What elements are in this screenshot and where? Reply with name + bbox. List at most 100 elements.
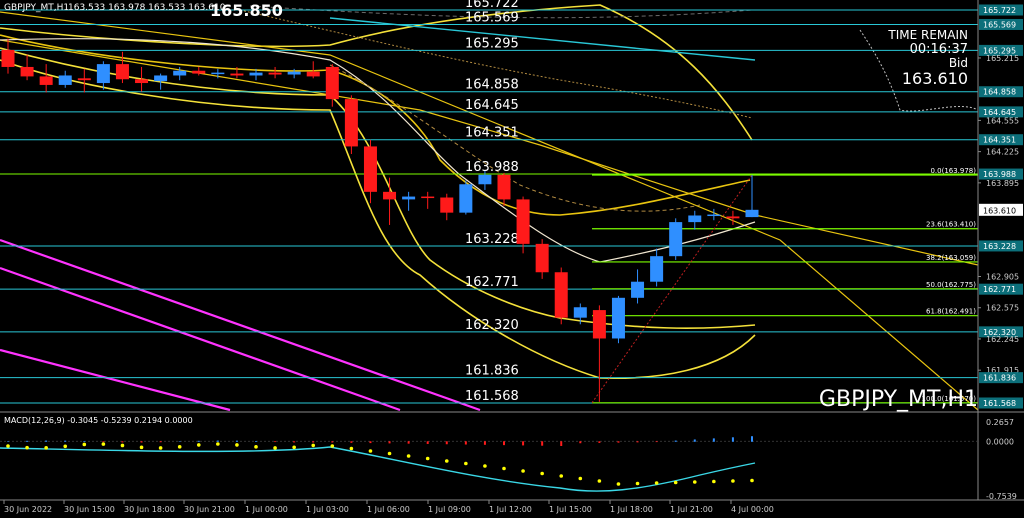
macd-dot	[673, 480, 678, 485]
macd-dot	[235, 443, 239, 447]
time-tick-label: 1 Jul 21:00	[670, 505, 713, 514]
candle-body	[268, 72, 282, 75]
candle-body	[592, 310, 606, 339]
macd-dot	[196, 443, 201, 447]
fib-level-label: 23.6(163.410)	[926, 221, 976, 229]
candle-body	[154, 75, 168, 82]
candle-body	[459, 184, 473, 213]
time-tick-label: 1 Jul 15:00	[549, 505, 592, 514]
fib-level-label: 0.0(163.978)	[930, 167, 976, 175]
candle[interactable]	[669, 218, 683, 260]
candle-body	[325, 66, 339, 100]
macd-dot	[616, 482, 621, 486]
price-tick-label: 163.895	[986, 179, 1019, 188]
fib-level-label: 61.8(162.491)	[926, 308, 976, 316]
level-price-label: 163.228	[983, 242, 1016, 251]
price-level-label: 162.771	[465, 275, 519, 290]
price-level-label: 165.569	[465, 10, 519, 25]
macd-dot	[444, 459, 449, 463]
candle-body	[726, 216, 740, 219]
level-price-label: 161.836	[983, 374, 1016, 383]
candle-body	[535, 243, 549, 273]
price-level-label: 163.228	[465, 232, 519, 247]
candle-body	[688, 215, 702, 223]
candle-body	[287, 71, 301, 75]
macd-dot	[464, 461, 468, 466]
time-tick-label: 1 Jul 00:00	[245, 505, 288, 514]
level-price-label: 165.569	[983, 20, 1016, 29]
candle-body	[745, 209, 759, 218]
candle[interactable]	[554, 267, 568, 325]
candle-body	[554, 272, 568, 318]
macd-dot	[63, 444, 68, 449]
candle-body	[1, 49, 15, 67]
current-price-label: 163.610	[983, 206, 1016, 215]
candle[interactable]	[344, 95, 358, 154]
candle-body	[421, 196, 435, 199]
price-tick-label: 164.555	[986, 116, 1019, 125]
macd-dot	[521, 469, 525, 473]
candle[interactable]	[611, 295, 625, 344]
candle-body	[230, 73, 244, 76]
macd-axis-label: 0.0000	[986, 437, 1014, 446]
price-chart[interactable]: 165.722165.569165.295164.858164.645164.3…	[0, 0, 1024, 518]
candle-body	[383, 191, 397, 200]
macd-dot	[578, 476, 583, 481]
level-price-label: 164.351	[983, 136, 1016, 145]
time-remain-label: TIME REMAIN	[887, 28, 968, 42]
symbol-watermark: GBPJPY_MT,H1	[819, 387, 978, 412]
time-tick-label: 1 Jul 03:00	[306, 505, 349, 514]
fib-level-label: 38.2(163.059)	[926, 254, 976, 262]
macd-dot	[731, 479, 735, 483]
candle-body	[211, 72, 225, 75]
macd-dot	[139, 445, 144, 450]
macd-dot	[387, 451, 392, 456]
candle-body	[497, 174, 511, 200]
price-level-label: 161.568	[465, 389, 519, 404]
candle-body	[344, 99, 358, 147]
candle-body	[58, 75, 72, 85]
time-remain-value: 00:16:37	[910, 42, 968, 57]
level-price-label: 161.568	[983, 399, 1016, 408]
macd-dot	[483, 464, 487, 468]
candle[interactable]	[459, 180, 473, 215]
macd-dot	[635, 481, 640, 486]
price-level-label: 163.988	[465, 160, 519, 175]
candle-body	[611, 297, 625, 339]
candle-body	[650, 256, 664, 282]
time-tick-label: 30 Jun 15:00	[64, 505, 115, 514]
time-tick-label: 1 Jul 09:00	[428, 505, 471, 514]
price-tick-label: 165.215	[986, 54, 1019, 63]
candle-body	[516, 199, 530, 244]
candle-body	[135, 79, 149, 84]
macd-dot	[25, 445, 29, 450]
fib-level-label: 50.0(162.775)	[926, 281, 976, 289]
macd-dot	[44, 446, 48, 450]
chart-symbol-label: GBPJPY_MT,H1	[4, 3, 69, 13]
candle-body	[20, 66, 34, 77]
chart-ohlc-label: 163.533 163.978 163.533 163.610	[68, 3, 226, 13]
candle-body	[39, 76, 53, 85]
level-price-label: 163.988	[983, 170, 1016, 179]
macd-dot	[712, 479, 716, 484]
candle-body	[402, 196, 416, 200]
candle-body	[192, 70, 206, 74]
price-level-label: 161.836	[465, 364, 519, 379]
time-tick-label: 30 Jun 21:00	[184, 505, 235, 514]
price-level-label: 165.722	[465, 0, 519, 11]
macd-dot	[368, 449, 373, 453]
macd-dot	[82, 442, 87, 447]
macd-dot	[216, 442, 220, 446]
candle-body	[669, 222, 683, 257]
macd-dot	[273, 446, 277, 450]
macd-dot	[597, 479, 602, 483]
macd-dot	[120, 443, 125, 448]
price-tick-label: 162.245	[986, 335, 1019, 344]
price-tick-label: 162.905	[986, 273, 1019, 282]
macd-dot	[540, 471, 544, 476]
candle-body	[440, 197, 454, 213]
macd-dot	[177, 445, 182, 449]
candle-body	[173, 70, 187, 76]
macd-dot	[750, 478, 754, 483]
macd-label: MACD(12,26,9) -0.3045 -0.5239 0.2194 0.0…	[4, 416, 193, 425]
